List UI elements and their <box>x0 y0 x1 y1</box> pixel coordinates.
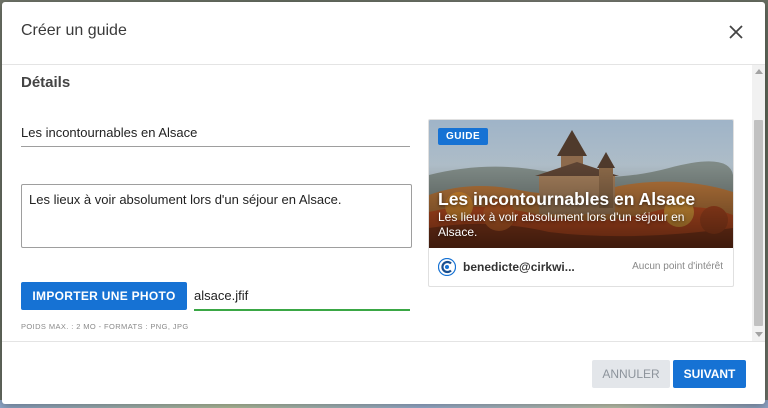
guide-badge: GUIDE <box>438 128 489 145</box>
scroll-up-icon[interactable] <box>755 69 763 74</box>
scrollbar-thumb[interactable] <box>754 120 763 326</box>
dialog-title: Créer un guide <box>21 22 127 39</box>
photo-file-name-field[interactable]: alsace.jfif <box>194 283 410 311</box>
create-guide-dialog: Créer un guide Détails Les incontournabl… <box>2 2 765 404</box>
import-photo-button[interactable]: IMPORTER UNE PHOTO <box>21 282 187 310</box>
poi-count: Aucun point d'intérêt <box>632 261 723 272</box>
dialog-header: Créer un guide <box>2 2 765 65</box>
preview-footer: benedicte@cirkwi.... Aucun point d'intér… <box>429 248 733 286</box>
preview-description: Les lieux à voir absolument lors d'un sé… <box>438 210 685 239</box>
guide-description-textarea[interactable]: Les lieux à voir absolument lors d'un sé… <box>21 184 412 248</box>
dialog-body: Détails Les incontournables en Alsace Le… <box>2 65 752 341</box>
avatar-icon <box>438 258 456 276</box>
author-name: benedicte@cirkwi.... <box>463 260 575 274</box>
close-icon <box>729 25 743 39</box>
close-button[interactable] <box>727 23 745 41</box>
scroll-down-icon[interactable] <box>755 332 763 337</box>
guide-cover-image: GUIDE Les incontournables en Alsace Les … <box>429 120 733 248</box>
section-title-details: Détails <box>21 74 71 91</box>
preview-title: Les incontournables en Alsace <box>438 189 696 209</box>
next-button[interactable]: SUIVANT <box>673 360 746 388</box>
photo-format-hint: POIDS MAX. : 2 MO - FORMATS : PNG, JPG <box>21 322 189 331</box>
dialog-scrollbar[interactable] <box>752 65 765 341</box>
guide-preview-card: GUIDE Les incontournables en Alsace Les … <box>428 119 734 287</box>
guide-title-input[interactable]: Les incontournables en Alsace <box>21 120 410 147</box>
dialog-footer: ANNULER SUIVANT <box>2 341 765 404</box>
cancel-button[interactable]: ANNULER <box>592 360 670 388</box>
